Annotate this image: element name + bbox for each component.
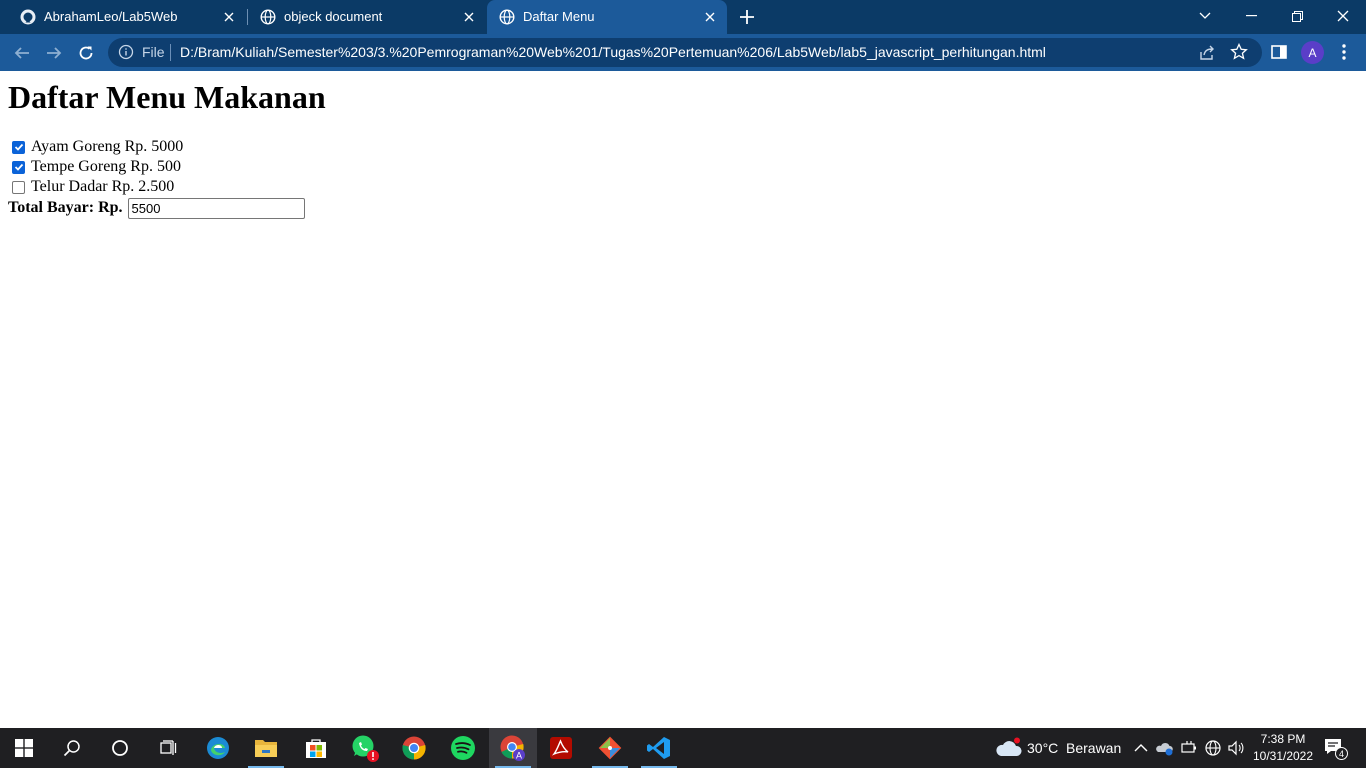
tempe-goreng-checkbox[interactable] bbox=[12, 160, 25, 174]
task-view-button[interactable] bbox=[144, 728, 192, 768]
taskbar-chrome[interactable] bbox=[390, 728, 438, 768]
acrobat-icon bbox=[550, 737, 572, 759]
store-icon bbox=[306, 739, 326, 758]
tab-daftar-menu[interactable]: Daftar Menu bbox=[487, 0, 727, 34]
weather-temperature[interactable]: 30°C bbox=[1027, 740, 1058, 756]
taskbar-chrome-profile[interactable]: A bbox=[489, 728, 537, 768]
page-title: Daftar Menu Makanan bbox=[8, 79, 326, 115]
total-row: Total Bayar: Rp. 5500 bbox=[8, 197, 305, 219]
info-icon[interactable] bbox=[118, 44, 134, 60]
reload-icon bbox=[79, 46, 93, 60]
globe-icon bbox=[260, 9, 276, 25]
browser-tab-strip: AbrahamLeo/Lab5Web objeck document Dafta… bbox=[0, 0, 1366, 34]
url-text[interactable]: D:/Bram/Kuliah/Semester%203/3.%20Pemrogr… bbox=[180, 44, 1046, 60]
close-window-button[interactable] bbox=[1320, 0, 1366, 32]
svg-text:A: A bbox=[516, 751, 522, 761]
clock-date: 10/31/2022 bbox=[1252, 749, 1314, 763]
total-input[interactable]: 5500 bbox=[127, 197, 305, 219]
minimize-button[interactable] bbox=[1228, 0, 1274, 32]
windows-start-icon bbox=[15, 739, 33, 757]
edge-icon bbox=[207, 737, 229, 759]
back-button[interactable] bbox=[9, 40, 35, 66]
task-view-icon bbox=[160, 740, 177, 755]
taskbar-spotify[interactable] bbox=[439, 728, 487, 768]
windows-taskbar: A 30°C Berawan 7:38 PM 10/31/2022 4 bbox=[0, 728, 1366, 768]
close-icon[interactable] bbox=[460, 8, 478, 26]
telur-dadar-checkbox[interactable] bbox=[12, 180, 25, 194]
menu-item-label: Ayam Goreng Rp. 5000 bbox=[31, 138, 184, 155]
notification-count-badge: 4 bbox=[1335, 747, 1348, 760]
start-button[interactable] bbox=[0, 728, 48, 768]
arrow-right-icon bbox=[47, 47, 62, 59]
taskbar-git[interactable] bbox=[586, 728, 634, 768]
cloud-icon[interactable] bbox=[994, 737, 1024, 759]
spotify-icon bbox=[451, 736, 475, 760]
checkmark-icon bbox=[14, 143, 23, 151]
taskbar-edge[interactable] bbox=[194, 728, 242, 768]
whatsapp-icon bbox=[352, 735, 379, 762]
action-center-button[interactable]: 4 bbox=[1324, 738, 1348, 760]
cortana-button[interactable] bbox=[96, 728, 144, 768]
network-globe-icon[interactable] bbox=[1204, 739, 1222, 757]
total-label: Total Bayar: Rp. bbox=[8, 199, 123, 216]
menu-item-telur-dadar: Telur Dadar Rp. 2.500 bbox=[8, 177, 174, 197]
reload-button[interactable] bbox=[73, 40, 99, 66]
address-bar[interactable]: File D:/Bram/Kuliah/Semester%203/3.%20Pe… bbox=[108, 38, 1262, 67]
menu-item-ayam-goreng: Ayam Goreng Rp. 5000 bbox=[8, 137, 183, 157]
divider bbox=[170, 44, 171, 61]
minimize-icon bbox=[1245, 15, 1257, 17]
file-explorer-icon bbox=[255, 740, 277, 757]
menu-item-label: Tempe Goreng Rp. 500 bbox=[31, 158, 181, 175]
globe-icon bbox=[499, 9, 515, 25]
chevron-up-icon[interactable] bbox=[1132, 739, 1150, 757]
menu-item-tempe-goreng: Tempe Goreng Rp. 500 bbox=[8, 157, 181, 177]
cortana-icon bbox=[112, 740, 128, 756]
checkmark-icon bbox=[14, 163, 23, 171]
weather-description[interactable]: Berawan bbox=[1066, 740, 1121, 756]
bookmark-star-icon[interactable] bbox=[1230, 43, 1248, 61]
tab-github[interactable]: AbrahamLeo/Lab5Web bbox=[8, 0, 246, 34]
more-menu-icon[interactable] bbox=[1336, 42, 1352, 62]
system-clock[interactable]: 7:38 PM 10/31/2022 bbox=[1250, 731, 1316, 765]
taskbar-vscode[interactable] bbox=[635, 728, 683, 768]
tab-title: objeck document bbox=[284, 9, 383, 24]
taskbar-acrobat[interactable] bbox=[537, 728, 585, 768]
onedrive-icon[interactable] bbox=[1156, 739, 1174, 757]
git-icon bbox=[598, 736, 622, 760]
scheme-label: File bbox=[142, 44, 165, 60]
chrome-profile-icon: A bbox=[500, 735, 525, 761]
search-button[interactable] bbox=[48, 728, 96, 768]
battery-icon[interactable] bbox=[1180, 739, 1198, 757]
close-icon[interactable] bbox=[220, 8, 238, 26]
chevron-down-icon bbox=[1199, 12, 1211, 19]
tab-objeck-document[interactable]: objeck document bbox=[248, 0, 486, 34]
share-icon[interactable] bbox=[1198, 44, 1216, 62]
taskbar-whatsapp[interactable] bbox=[341, 728, 389, 768]
taskbar-store[interactable] bbox=[292, 728, 340, 768]
vscode-icon bbox=[647, 737, 670, 759]
restore-button[interactable] bbox=[1274, 0, 1320, 32]
close-icon bbox=[1337, 10, 1349, 22]
new-tab-button[interactable] bbox=[736, 6, 758, 28]
tab-title: AbrahamLeo/Lab5Web bbox=[44, 9, 178, 24]
arrow-left-icon bbox=[14, 47, 29, 59]
side-panel-icon[interactable] bbox=[1270, 43, 1288, 61]
browser-toolbar: File D:/Bram/Kuliah/Semester%203/3.%20Pe… bbox=[0, 34, 1366, 71]
tab-title: Daftar Menu bbox=[523, 9, 595, 24]
restore-icon bbox=[1291, 10, 1303, 22]
clock-time: 7:38 PM bbox=[1260, 732, 1306, 746]
search-icon bbox=[63, 740, 80, 757]
profile-avatar[interactable]: A bbox=[1301, 41, 1324, 64]
github-icon bbox=[20, 9, 36, 25]
tab-search-button[interactable] bbox=[1182, 0, 1228, 32]
volume-icon[interactable] bbox=[1227, 739, 1245, 757]
taskbar-file-explorer[interactable] bbox=[242, 728, 290, 768]
chrome-icon bbox=[402, 736, 426, 760]
plus-icon bbox=[740, 10, 754, 24]
close-icon[interactable] bbox=[701, 8, 719, 26]
ayam-goreng-checkbox[interactable] bbox=[12, 140, 25, 154]
forward-button[interactable] bbox=[41, 40, 67, 66]
page-content: Daftar Menu Makanan Ayam Goreng Rp. 5000… bbox=[0, 71, 1366, 728]
menu-item-label: Telur Dadar Rp. 2.500 bbox=[31, 178, 175, 195]
